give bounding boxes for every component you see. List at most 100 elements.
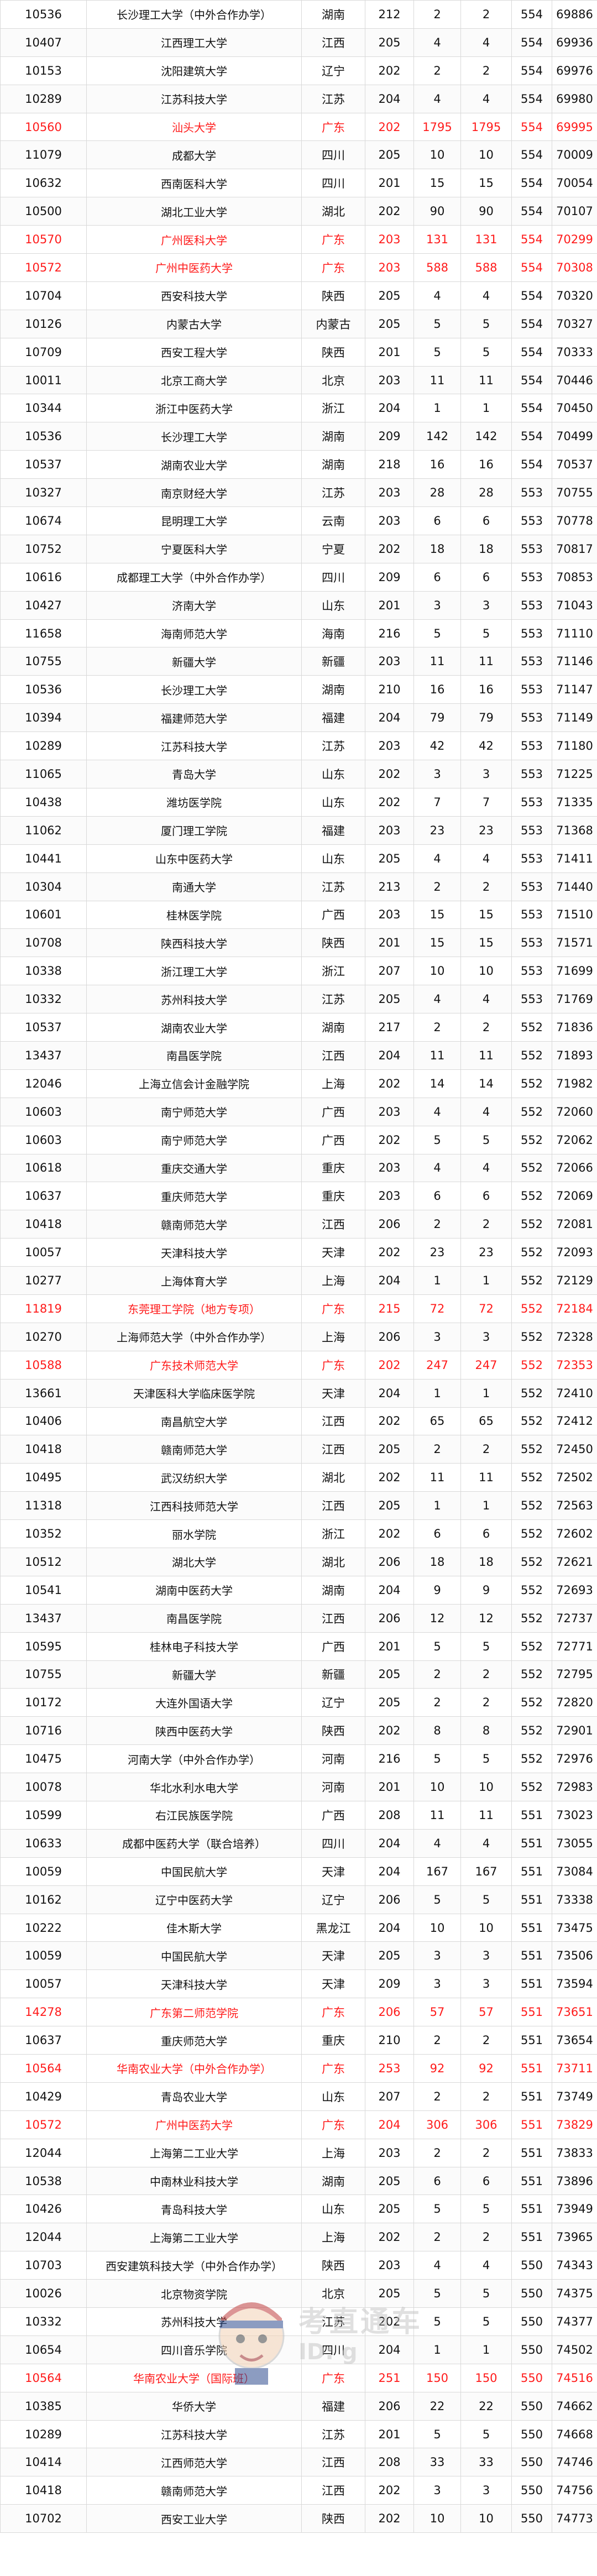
major-group-cell: 202 xyxy=(365,1350,414,1380)
min-rank-cell: 70853 xyxy=(552,562,597,592)
school-code-cell: 10407 xyxy=(0,28,87,57)
min-score-cell: 554 xyxy=(511,281,552,310)
admitted-count-cell: 15 xyxy=(460,928,512,958)
min-score-cell: 554 xyxy=(511,56,552,85)
school-code-cell: 10538 xyxy=(0,2166,87,2196)
plan-count-cell: 2 xyxy=(413,0,461,29)
province-cell: 江苏 xyxy=(301,84,365,113)
min-rank-cell: 74668 xyxy=(552,2420,597,2449)
admitted-count-cell: 5 xyxy=(460,1744,512,1774)
admitted-count-cell: 5 xyxy=(460,2194,512,2224)
school-code-cell: 10418 xyxy=(0,2476,87,2505)
min-score-cell: 551 xyxy=(511,2054,552,2083)
province-cell: 广西 xyxy=(301,1125,365,1154)
school-code-cell: 10601 xyxy=(0,900,87,929)
admitted-count-cell: 72 xyxy=(460,1294,512,1323)
table-row: 10603 南宁师范大学 广西 203 4 4 552 72060 xyxy=(0,1097,597,1126)
province-cell: 福建 xyxy=(301,2391,365,2421)
major-group-cell: 205 xyxy=(365,281,414,310)
major-group-cell: 203 xyxy=(365,2138,414,2167)
province-cell: 湖南 xyxy=(301,2166,365,2196)
school-code-cell: 10332 xyxy=(0,985,87,1014)
school-code-cell: 10222 xyxy=(0,1913,87,1942)
plan-count-cell: 4 xyxy=(413,1153,461,1183)
province-cell: 广西 xyxy=(301,1632,365,1661)
min-score-cell: 552 xyxy=(511,1097,552,1126)
province-cell: 广西 xyxy=(301,900,365,929)
min-rank-cell: 73338 xyxy=(552,1885,597,1914)
school-name-cell: 辽宁中医药大学 xyxy=(86,1885,302,1914)
table-row: 10418 赣南师范大学 江西 202 3 3 550 74756 xyxy=(0,2476,597,2505)
min-rank-cell: 73949 xyxy=(552,2194,597,2224)
min-score-cell: 553 xyxy=(511,478,552,508)
admitted-count-cell: 10 xyxy=(460,1773,512,1801)
admitted-count-cell: 4 xyxy=(460,84,512,113)
province-cell: 重庆 xyxy=(301,1182,365,1211)
admitted-count-cell: 4 xyxy=(460,28,512,57)
plan-count-cell: 5 xyxy=(413,1744,461,1774)
table-row: 10588 广东技术师范大学 广东 202 247 247 552 72353 xyxy=(0,1350,597,1380)
table-row: 10536 长沙理工大学 湖南 209 142 142 554 70499 xyxy=(0,422,597,451)
school-name-cell: 武汉纺织大学 xyxy=(86,1463,302,1492)
min-rank-cell: 70107 xyxy=(552,197,597,226)
min-score-cell: 552 xyxy=(511,1435,552,1464)
min-score-cell: 551 xyxy=(511,1801,552,1830)
min-score-cell: 552 xyxy=(511,1266,552,1295)
min-rank-cell: 72563 xyxy=(552,1491,597,1520)
plan-count-cell: 28 xyxy=(413,478,461,508)
school-name-cell: 昆明理工大学 xyxy=(86,506,302,535)
province-cell: 广东 xyxy=(301,1998,365,2027)
admitted-count-cell: 8 xyxy=(460,1716,512,1746)
major-group-cell: 201 xyxy=(365,1632,414,1661)
min-rank-cell: 71225 xyxy=(552,760,597,788)
table-row: 13437 南昌医学院 江西 206 12 12 552 72737 xyxy=(0,1603,597,1633)
min-rank-cell: 73084 xyxy=(552,1857,597,1886)
province-cell: 广东 xyxy=(301,2363,365,2392)
school-code-cell: 10406 xyxy=(0,1407,87,1436)
plan-count-cell: 10 xyxy=(413,2504,461,2533)
major-group-cell: 201 xyxy=(365,169,414,198)
table-row: 10338 浙江理工大学 浙江 207 10 10 553 71699 xyxy=(0,957,597,986)
province-cell: 广东 xyxy=(301,2110,365,2139)
plan-count-cell: 2 xyxy=(413,1210,461,1239)
school-code-cell: 10495 xyxy=(0,1463,87,1492)
school-name-cell: 天津医科大学临床医学院 xyxy=(86,1378,302,1408)
table-row: 10512 湖北大学 湖北 206 18 18 552 72621 xyxy=(0,1547,597,1576)
school-name-cell: 重庆师范大学 xyxy=(86,1182,302,1211)
admitted-count-cell: 2 xyxy=(460,872,512,901)
admitted-count-cell: 79 xyxy=(460,703,512,733)
province-cell: 四川 xyxy=(301,1828,365,1858)
table-row: 10277 上海体育大学 上海 204 1 1 552 72129 xyxy=(0,1266,597,1295)
admitted-count-cell: 2 xyxy=(460,2138,512,2167)
plan-count-cell: 5 xyxy=(413,2279,461,2308)
school-name-cell: 北京物资学院 xyxy=(86,2279,302,2308)
min-rank-cell: 70755 xyxy=(552,478,597,508)
plan-count-cell: 57 xyxy=(413,1998,461,2027)
min-rank-cell: 69886 xyxy=(552,0,597,29)
plan-count-cell: 23 xyxy=(413,1238,461,1267)
school-name-cell: 湖南农业大学 xyxy=(86,1013,302,1042)
min-score-cell: 552 xyxy=(511,1350,552,1380)
province-cell: 四川 xyxy=(301,2335,365,2364)
min-rank-cell: 69995 xyxy=(552,112,597,142)
min-score-cell: 553 xyxy=(511,787,552,817)
min-rank-cell: 70308 xyxy=(552,253,597,282)
min-score-cell: 550 xyxy=(511,2335,552,2364)
table-row: 10406 南昌航空大学 江西 202 65 65 552 72412 xyxy=(0,1407,597,1436)
school-name-cell: 华南农业大学（国际班） xyxy=(86,2363,302,2392)
province-cell: 宁夏 xyxy=(301,534,365,563)
min-score-cell: 553 xyxy=(511,816,552,845)
province-cell: 江西 xyxy=(301,1603,365,1633)
admitted-count-cell: 2 xyxy=(460,2026,512,2055)
major-group-cell: 205 xyxy=(365,1491,414,1520)
plan-count-cell: 2 xyxy=(413,56,461,85)
major-group-cell: 203 xyxy=(365,253,414,282)
major-group-cell: 204 xyxy=(365,1575,414,1605)
min-rank-cell: 72621 xyxy=(552,1547,597,1576)
min-score-cell: 553 xyxy=(511,900,552,929)
admitted-count-cell: 5 xyxy=(460,1632,512,1661)
admitted-count-cell: 3 xyxy=(460,2476,512,2505)
school-code-cell: 10599 xyxy=(0,1801,87,1830)
province-cell: 江西 xyxy=(301,1435,365,1464)
school-code-cell: 10755 xyxy=(0,647,87,676)
